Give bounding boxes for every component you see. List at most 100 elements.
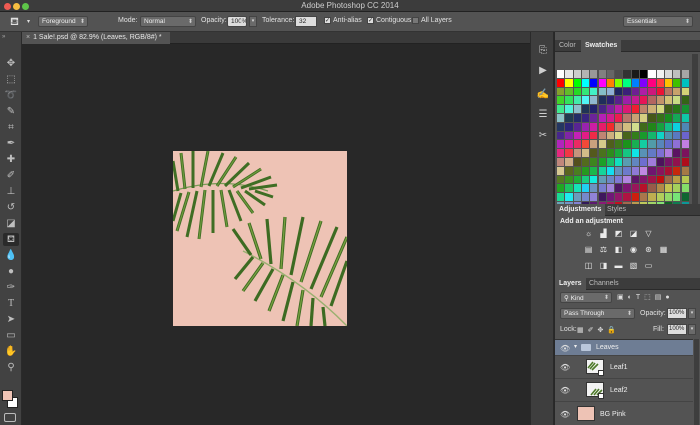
color-swatch[interactable] [606, 158, 615, 166]
color-swatch[interactable] [557, 166, 565, 175]
color-lookup-icon[interactable]: ▦ [658, 245, 669, 255]
color-balance-icon[interactable]: ⚖ [598, 245, 609, 255]
color-swatch[interactable] [623, 87, 631, 96]
color-swatch[interactable] [640, 193, 648, 201]
color-swatch[interactable] [673, 166, 681, 175]
color-swatch[interactable] [664, 131, 673, 140]
color-swatch[interactable] [640, 184, 648, 193]
color-swatch[interactable] [656, 122, 664, 131]
opacity-input[interactable]: 100% [227, 16, 247, 27]
color-swatch[interactable] [590, 158, 598, 166]
color-swatch[interactable] [573, 105, 581, 113]
color-swatch[interactable] [623, 131, 631, 140]
color-swatch[interactable] [581, 131, 590, 140]
color-swatch[interactable] [673, 131, 681, 140]
color-swatch[interactable] [673, 87, 681, 96]
all-layers-checkbox[interactable] [412, 17, 419, 24]
brush-presets-icon[interactable]: ✍ [535, 88, 551, 102]
color-swatch[interactable] [673, 184, 681, 193]
color-swatch[interactable] [640, 122, 648, 131]
color-swatch[interactable] [590, 78, 598, 87]
color-swatch[interactable] [598, 131, 606, 140]
color-swatch[interactable] [598, 149, 606, 157]
posterize-icon[interactable]: ◨ [598, 261, 609, 271]
color-swatch[interactable] [581, 175, 590, 184]
tab-channels[interactable]: Channels [585, 278, 623, 290]
layer-row-bg-pink[interactable]: 👁 BG Pink [555, 402, 693, 425]
color-swatch[interactable] [590, 96, 598, 105]
color-swatch[interactable] [606, 193, 615, 201]
color-swatch[interactable] [631, 149, 639, 157]
mode-select[interactable]: Normal [140, 16, 196, 27]
color-swatch[interactable] [573, 140, 581, 149]
color-swatch[interactable] [598, 87, 606, 96]
color-swatch[interactable] [573, 193, 581, 201]
color-swatch[interactable] [573, 184, 581, 193]
color-swatch[interactable] [590, 175, 598, 184]
color-swatch[interactable] [565, 122, 573, 131]
color-swatch[interactable] [615, 105, 623, 113]
fill-input[interactable]: 100% [667, 324, 687, 335]
color-swatch[interactable] [573, 166, 581, 175]
color-swatch[interactable] [590, 70, 598, 78]
color-swatch[interactable] [631, 158, 639, 166]
color-swatch[interactable] [598, 175, 606, 184]
color-swatch[interactable] [631, 78, 639, 87]
color-swatch[interactable] [648, 122, 656, 131]
history-panel-icon[interactable]: ⎘ [535, 44, 551, 58]
color-swatch[interactable] [664, 114, 673, 122]
color-swatch[interactable] [557, 184, 565, 193]
color-swatch[interactable] [640, 166, 648, 175]
color-swatch[interactable] [557, 105, 565, 113]
color-swatch[interactable] [615, 78, 623, 87]
color-swatch[interactable] [631, 105, 639, 113]
color-swatch[interactable] [573, 149, 581, 157]
color-swatch[interactable] [581, 158, 590, 166]
levels-icon[interactable]: ▟ [598, 229, 609, 239]
color-swatch[interactable] [664, 70, 673, 78]
color-swatch[interactable] [623, 166, 631, 175]
color-swatch[interactable] [648, 175, 656, 184]
color-swatch[interactable] [640, 70, 648, 78]
color-swatch[interactable] [623, 140, 631, 149]
color-swatch[interactable] [590, 193, 598, 201]
color-swatch[interactable] [673, 175, 681, 184]
color-swatch[interactable] [656, 158, 664, 166]
color-swatch[interactable] [664, 122, 673, 131]
color-swatch[interactable] [606, 105, 615, 113]
color-swatch[interactable] [631, 131, 639, 140]
properties-panel-icon[interactable]: ☰ [535, 108, 551, 122]
color-swatch[interactable] [581, 105, 590, 113]
color-swatch[interactable] [648, 131, 656, 140]
color-swatch[interactable] [606, 140, 615, 149]
brush-tool-icon[interactable]: ✐ [3, 169, 19, 182]
eraser-tool-icon[interactable]: ◪ [3, 217, 19, 230]
color-swatch[interactable] [673, 158, 681, 166]
selective-color-icon[interactable]: ▧ [628, 261, 639, 271]
color-swatch[interactable] [631, 70, 639, 78]
exposure-icon[interactable]: ◪ [628, 229, 639, 239]
color-swatch[interactable] [681, 114, 689, 122]
opacity-slider-button[interactable]: ▾ [249, 16, 257, 27]
color-swatch[interactable] [606, 87, 615, 96]
color-swatch[interactable] [581, 122, 590, 131]
color-swatch[interactable] [664, 184, 673, 193]
curves-icon[interactable]: ◩ [613, 229, 624, 239]
color-swatch[interactable] [590, 131, 598, 140]
color-swatch[interactable] [557, 70, 565, 78]
color-swatch[interactable] [623, 149, 631, 157]
color-swatch[interactable] [557, 87, 565, 96]
close-tab-icon[interactable]: × [26, 34, 30, 41]
color-swatch[interactable] [606, 166, 615, 175]
color-swatch[interactable] [573, 158, 581, 166]
tab-adjustments[interactable]: Adjustments [555, 204, 606, 216]
color-swatch[interactable] [598, 140, 606, 149]
color-swatch[interactable] [598, 105, 606, 113]
color-swatch[interactable] [565, 140, 573, 149]
collapse-toolbar-icon[interactable]: » [2, 34, 5, 40]
lasso-tool-icon[interactable]: ➰ [3, 89, 19, 102]
color-swatch[interactable] [681, 175, 689, 184]
color-swatch[interactable] [648, 149, 656, 157]
lock-icons[interactable]: ▦✐✥🔒 [577, 326, 620, 334]
color-swatch[interactable] [557, 114, 565, 122]
